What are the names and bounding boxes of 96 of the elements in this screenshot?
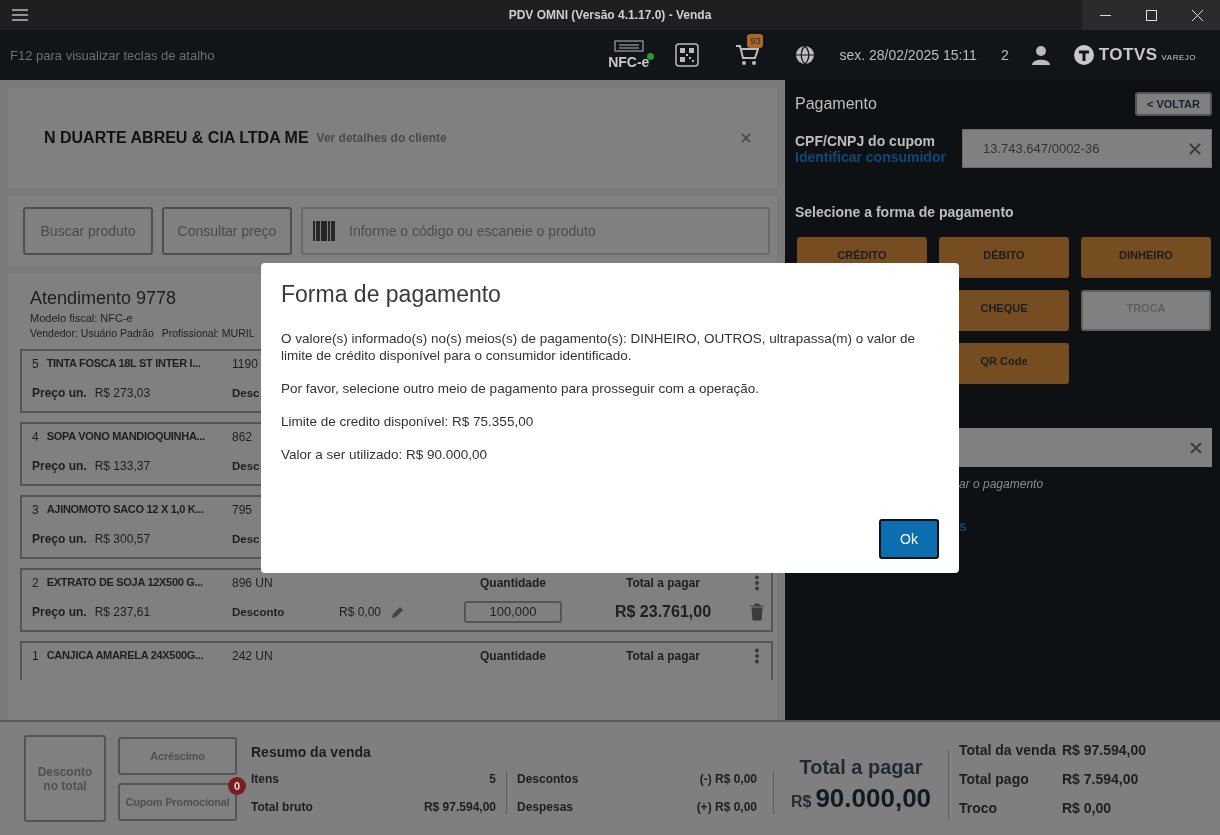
window-title: PDV OMNI (Versão 4.1.17.0) - Venda — [508, 8, 712, 22]
identify-consumer-link[interactable]: Identificar consumidor — [795, 148, 962, 165]
summary-value: (-) R$ 0,00 — [698, 771, 757, 786]
item-number: 2 — [32, 576, 39, 590]
logo-icon — [1072, 44, 1095, 66]
shortcut-hint: F12 para visualizar teclas de atalho — [10, 47, 215, 63]
globe-icon[interactable] — [795, 45, 816, 65]
product-name: SOPA VONO MANDIOQUINHA... — [46, 430, 205, 444]
discount-label: Desconto — [232, 606, 285, 618]
quantity-unit: 862 — [232, 430, 253, 444]
cart-item-card[interactable]: 1 CANJICA AMARELA 24X500G... 242 UN Quantidade Total a pagar — [20, 641, 773, 680]
summary-value: 5 — [488, 771, 496, 786]
item-number: 1 — [32, 649, 39, 663]
cart-count-badge: 93 — [747, 34, 764, 48]
summary-label: Total bruto — [251, 799, 314, 814]
more-options-icon[interactable] — [754, 575, 760, 591]
quantity-label: Quantidade — [479, 649, 547, 663]
item-total: R$ 23.761,00 — [613, 603, 713, 621]
summary-value: R$ 97.594,00 — [423, 799, 496, 814]
summary-title: Resumo da venda — [251, 743, 372, 760]
summary-value: (+) R$ 0,00 — [696, 799, 757, 814]
amount-hint: ar o pagamento — [959, 477, 1045, 491]
discount-label: Desc — [232, 533, 260, 545]
terminal-number: 2 — [1000, 47, 1009, 63]
quantity-unit: 242 UN — [232, 649, 273, 663]
document-label: CPF/CNPJ do cupom — [795, 132, 936, 149]
product-name: CANJICA AMARELA 24X500G... — [46, 649, 204, 663]
summary-label: Despesas — [517, 799, 575, 814]
totals-value: R$ 7.594,00 — [1062, 770, 1140, 787]
price-label: Preço un. — [32, 386, 87, 400]
summary-label: Itens — [251, 771, 280, 786]
unit-price: R$ 300,57 — [94, 532, 151, 546]
price-label: Preço un. — [32, 459, 87, 473]
customer-name: N DUARTE ABREU & CIA LTDA ME — [44, 129, 309, 147]
more-options-icon[interactable] — [754, 648, 760, 664]
payment-methods-title: Selecione a forma de pagamento — [795, 204, 1015, 220]
totals-label: Troco — [959, 799, 999, 816]
quantity-field[interactable]: 100,000 — [464, 601, 562, 623]
quantity-unit: 795 — [232, 503, 253, 517]
fiscal-model: Modelo fiscal: NFC-e — [30, 312, 133, 324]
coupon-count-badge: 0 — [228, 776, 246, 795]
unit-price: R$ 273,03 — [94, 386, 151, 400]
dialog-message: O valore(s) informado(s) no(s) meios(s) de pagamento(s): DINHEIRO, OUTROS, ultrapassa(m) o valor de limite de crédito disponível para o consumidor identificado. — [281, 330, 916, 364]
maximize-icon[interactable] — [1145, 9, 1157, 21]
discount-value: R$ 0,00 — [339, 605, 382, 619]
dialog-message: Valor a ser utilizado: R$ 90.000,00 — [281, 446, 489, 463]
total-amount: 90.000,00 — [815, 782, 932, 814]
cart-icon[interactable] — [735, 44, 760, 66]
dialog-message: Por favor, selecione outro meio de pagamento para prosseguir com a operação. — [281, 380, 761, 397]
unit-price: R$ 237,61 — [94, 605, 151, 619]
trash-icon[interactable] — [749, 603, 765, 621]
price-label: Preço un. — [32, 605, 87, 619]
unit-price: R$ 133,37 — [94, 459, 151, 473]
totals-value: R$ 97.594,00 — [1062, 741, 1147, 758]
total-label: Total a pagar — [799, 755, 923, 779]
barcode-icon — [313, 221, 335, 241]
discount-label: Desc — [232, 387, 260, 399]
price-label: Preço un. — [32, 532, 87, 546]
payment-method-button[interactable]: DÉBITO — [939, 237, 1069, 278]
totals-label: Total da venda — [959, 741, 1057, 758]
document-field[interactable]: 13.743.647/0002-36 — [962, 129, 1212, 168]
totals-label: Total pago — [959, 770, 1030, 787]
currency-symbol: R$ — [790, 792, 812, 811]
item-total-label: Total a pagar — [625, 649, 701, 663]
brand-subtitle: VAREJO — [1161, 52, 1196, 62]
payment-title: Pagamento — [795, 95, 877, 113]
dialog-title: Forma de pagamento — [281, 281, 502, 308]
item-total-label: Total a pagar — [625, 576, 701, 590]
summary-label: Descontos — [517, 771, 580, 786]
product-name: EXTRATO DE SOJA 12X500 G... — [46, 576, 203, 590]
ok-button[interactable]: Ok — [879, 519, 939, 559]
payment-link[interactable]: s — [959, 518, 967, 534]
menu-icon[interactable] — [12, 9, 28, 21]
user-icon[interactable] — [1030, 45, 1051, 65]
brand-name: TOTVS — [1098, 45, 1158, 65]
discount-label: Desc — [232, 460, 260, 472]
professional-label: Profissional: MURIL — [161, 327, 255, 339]
date-time: sex. 28/02/2025 15:11 — [839, 47, 977, 63]
quantity-unit: 1190 — [232, 357, 258, 371]
qr-code-icon[interactable] — [675, 43, 700, 67]
fiscal-model-label: NFC-e — [608, 54, 650, 70]
printer-icon — [613, 40, 644, 52]
quantity-unit: 896 UN — [232, 576, 273, 590]
product-name: TINTA FOSCA 18L ST INTER I... — [46, 357, 201, 371]
product-name: AJINOMOTO SACO 12 X 1,0 K... — [46, 503, 204, 517]
sale-title: Atendimento 9778 — [30, 288, 177, 309]
quantity-label: Quantidade — [479, 576, 547, 590]
item-number: 3 — [32, 503, 39, 517]
seller-label: Vendedor: Usuário Padrão — [30, 327, 154, 339]
payment-method-button[interactable]: DINHEIRO — [1081, 237, 1211, 278]
pencil-icon[interactable] — [391, 605, 405, 619]
dialog-message: Limite de credito disponível: R$ 75.355,00 — [281, 413, 535, 430]
item-number: 4 — [32, 430, 39, 444]
totals-value: R$ 0,00 — [1062, 799, 1113, 816]
back-button[interactable]: < VOLTAR — [1134, 92, 1212, 116]
item-number: 5 — [32, 357, 39, 371]
